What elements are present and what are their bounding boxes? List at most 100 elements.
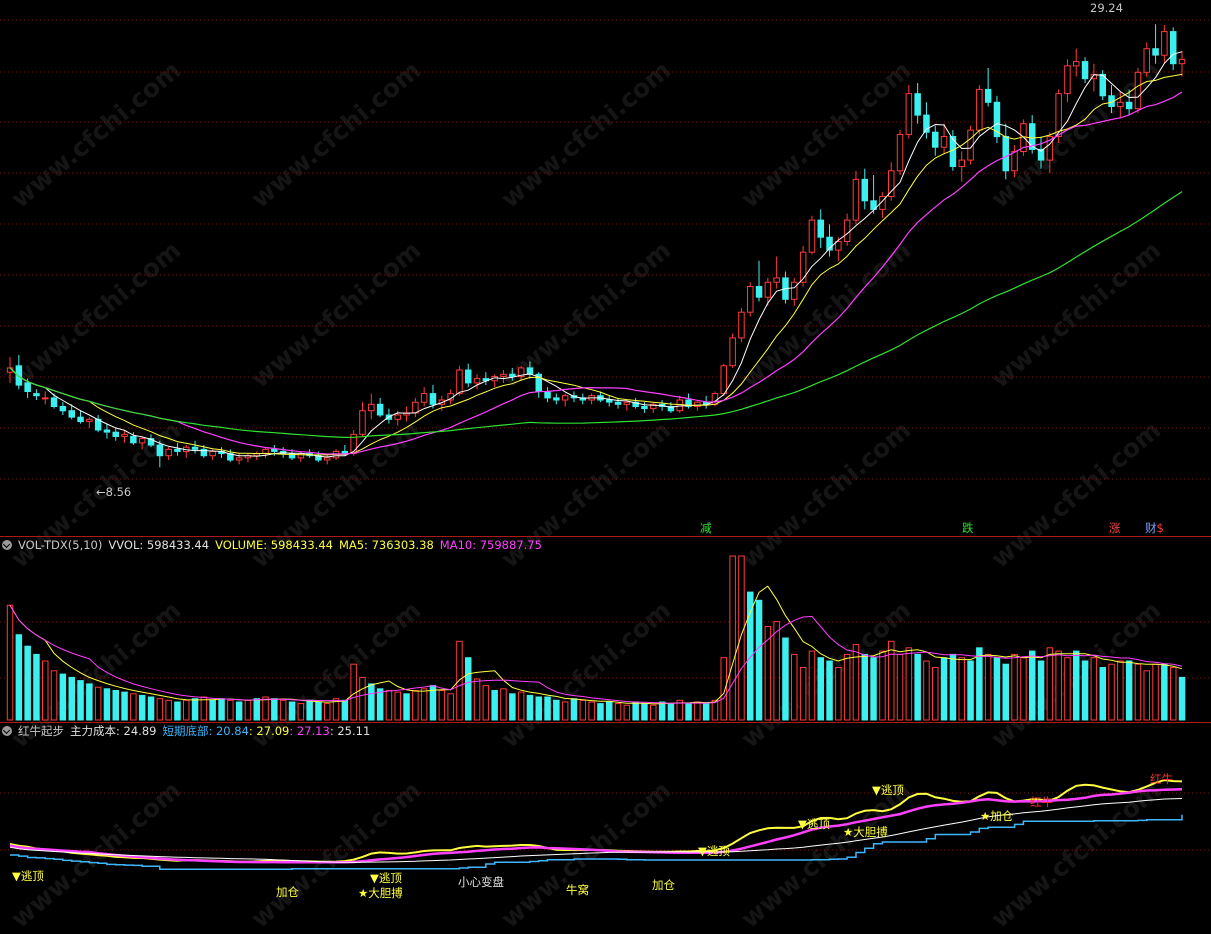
volume-bar	[500, 688, 507, 721]
volume-bar	[1178, 676, 1186, 721]
candle-body	[1064, 65, 1071, 95]
candle-body	[817, 219, 824, 238]
signal-label: ▼逃顶	[698, 844, 730, 858]
candle-body	[24, 382, 31, 392]
volume-value: VOLUME: 598433.44	[215, 538, 333, 552]
volume-bar	[861, 653, 868, 721]
volume-bar	[341, 699, 349, 721]
signal-label: ★大胆搏	[843, 825, 888, 839]
signal-label: 加仓	[276, 885, 299, 899]
candle-body	[191, 446, 199, 450]
volume-bar	[59, 673, 67, 721]
volume-bar	[791, 653, 798, 721]
volume-bar	[879, 650, 886, 721]
indicator-magenta-line	[9, 787, 1183, 864]
candle-body	[165, 448, 172, 457]
volume-bar	[174, 701, 181, 721]
candle-body	[376, 403, 384, 416]
volume-bar	[799, 667, 807, 721]
signal-label: ★大胆搏	[358, 886, 403, 900]
low-price-label: ←8.56	[96, 485, 132, 499]
candle-body	[914, 93, 921, 116]
candle-body	[33, 393, 40, 397]
candle-body	[1143, 48, 1150, 73]
candle-body	[623, 401, 631, 405]
candle-body	[50, 397, 58, 407]
volume-bar	[517, 691, 525, 721]
volume-bar	[932, 667, 939, 721]
ma60-line	[9, 191, 1183, 439]
volume-bar	[94, 686, 102, 721]
volume-bar	[412, 690, 419, 721]
candle-body	[958, 159, 965, 168]
indicator-header: 红牛起步 主力成本: 24.89 短期底部: 20.84: 27.09: 27.13…	[0, 723, 376, 739]
candle-body	[1002, 136, 1009, 172]
volume-indicator-name[interactable]: VOL-TDX(5,10)	[18, 538, 102, 552]
candle-body	[835, 241, 842, 251]
candle-body	[59, 406, 67, 412]
candle-body	[676, 399, 683, 412]
candle-body	[755, 286, 763, 298]
candle-body	[86, 418, 93, 422]
candle-body	[174, 448, 181, 452]
high-price-text: 29.24	[1090, 1, 1123, 15]
volume-bar	[755, 599, 763, 721]
volume-bar	[1117, 660, 1124, 721]
volume-bar	[482, 685, 490, 721]
candle-body	[235, 457, 243, 461]
mark-finance: 财$	[1145, 521, 1164, 535]
candle-body	[553, 397, 560, 401]
candle-body	[42, 397, 49, 400]
candle-body	[729, 337, 736, 367]
volume-bar	[561, 701, 569, 721]
candle-body	[720, 365, 727, 395]
candle-body	[121, 433, 128, 437]
volume-bar	[1020, 657, 1027, 721]
volume-bar	[553, 699, 560, 721]
volume-bar	[350, 663, 357, 721]
candle-body	[1178, 58, 1186, 65]
volume-bar	[923, 660, 930, 721]
volume-bar	[262, 696, 269, 721]
volume-bar	[694, 701, 701, 721]
volume-bar	[650, 704, 657, 721]
volume-bar	[271, 698, 278, 721]
signal-label: ▼逃顶	[12, 869, 44, 883]
volume-bar	[826, 660, 833, 721]
volume-bar	[191, 698, 199, 721]
volume-bar	[227, 699, 234, 721]
indicator-name[interactable]: 红牛起步	[18, 724, 64, 738]
indicator-value-3: : 25.11	[329, 724, 371, 738]
volume-bar	[1081, 660, 1089, 721]
candle-body	[359, 410, 366, 435]
stock-chart	[0, 19, 1211, 870]
volume-bar	[614, 703, 622, 721]
volume-bar	[588, 701, 595, 721]
signal-label: ▼逃顶	[872, 783, 904, 797]
panel-menu-icon[interactable]	[2, 726, 12, 736]
volume-bar	[544, 696, 551, 721]
volume-bar	[1090, 657, 1098, 721]
candle-body	[77, 416, 84, 423]
volume-bar	[138, 694, 146, 721]
volume-bar	[112, 690, 119, 721]
volume-bar	[940, 657, 948, 721]
signal-label: ▼逃顶	[370, 871, 402, 885]
volume-bar	[1134, 663, 1142, 721]
candle-body	[606, 399, 613, 403]
volume-bar	[870, 657, 877, 721]
candle-body	[808, 219, 816, 253]
signal-label: ▼逃顶	[798, 817, 830, 831]
volume-bar	[1152, 663, 1159, 721]
candle-body	[614, 401, 622, 405]
volume-bar	[235, 701, 243, 721]
volume-header: VOL-TDX(5,10) VVOL: 598433.44 VOLUME: 5984…	[0, 537, 548, 553]
panel-menu-icon[interactable]	[2, 540, 12, 550]
volume-bar	[1046, 647, 1054, 721]
volume-bar	[526, 694, 534, 721]
volume-bar	[491, 690, 498, 721]
volume-bar	[183, 699, 190, 721]
candle-body	[209, 450, 216, 457]
candle-body	[641, 406, 648, 410]
volume-bar	[77, 680, 84, 721]
